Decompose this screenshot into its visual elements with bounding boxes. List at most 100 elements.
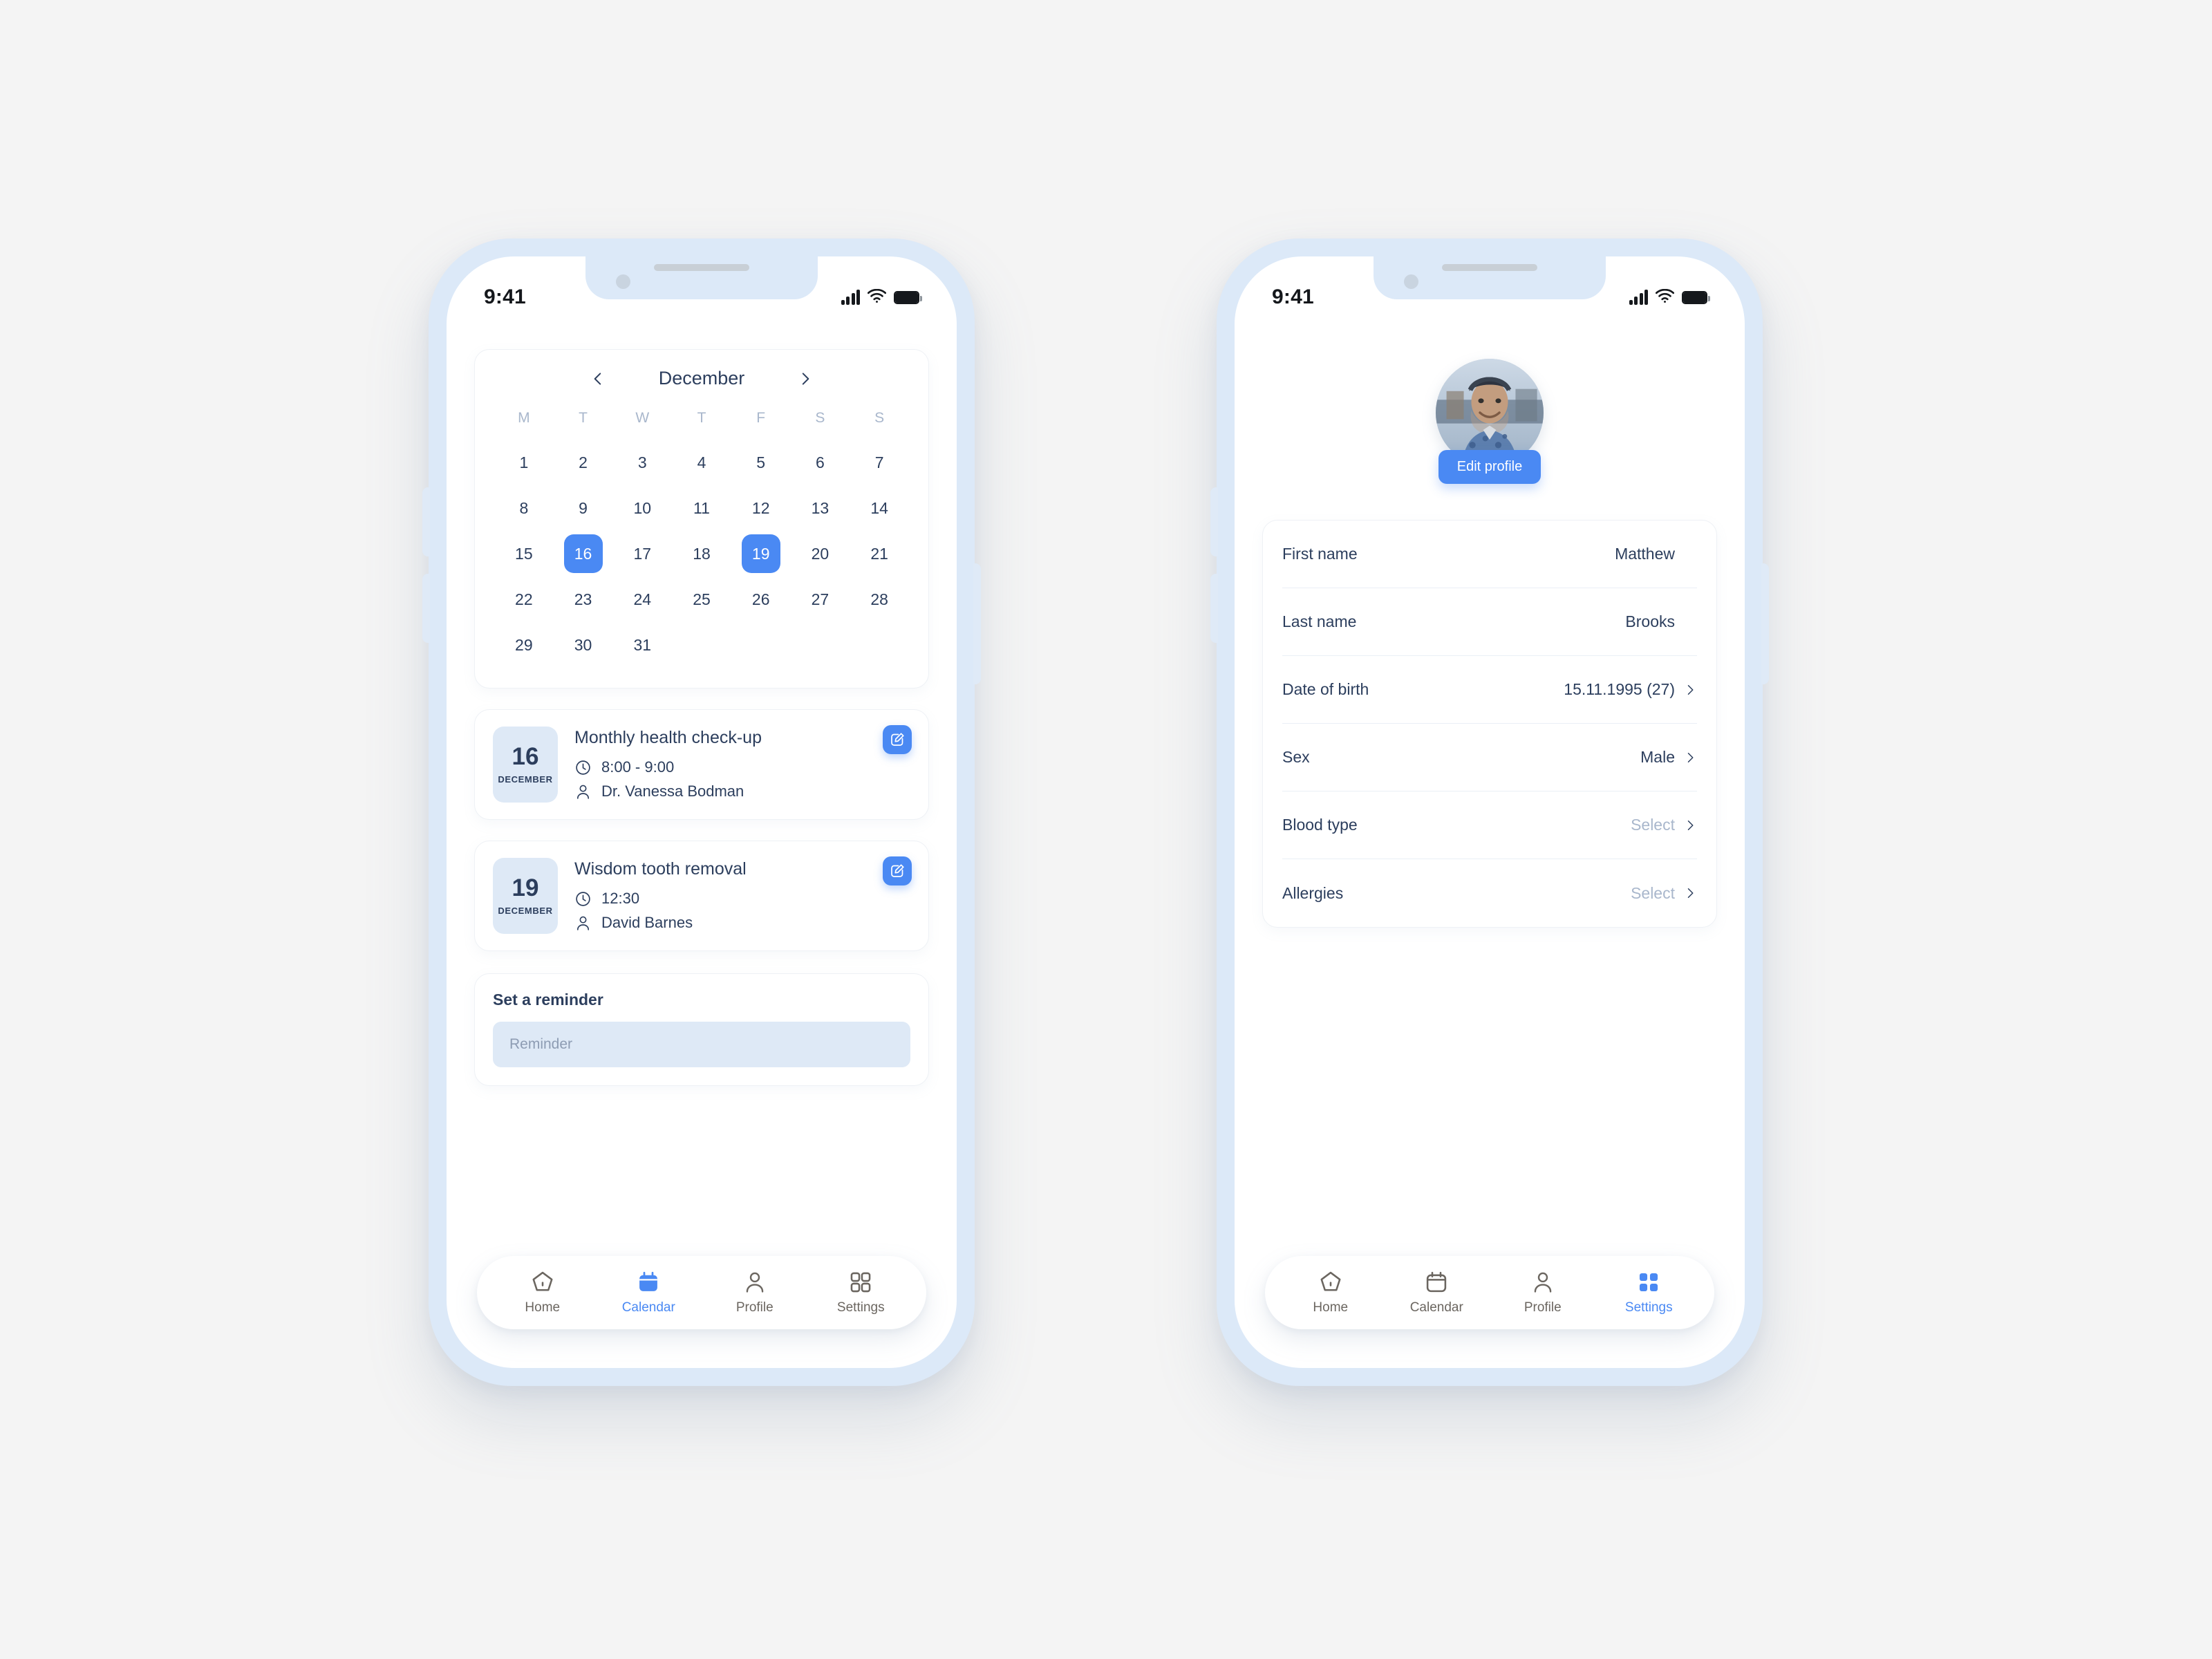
- tab-calendar[interactable]: Calendar: [596, 1270, 702, 1315]
- cellular-signal-icon: [841, 290, 860, 305]
- calendar-day-18[interactable]: 18: [682, 534, 721, 573]
- profile-header: Edit profile: [1262, 323, 1717, 484]
- tab-profile[interactable]: Profile: [702, 1270, 808, 1315]
- home-icon: [530, 1270, 555, 1295]
- calendar-day-20[interactable]: 20: [800, 534, 839, 573]
- reminder-input[interactable]: [493, 1022, 910, 1067]
- edit-pencil-icon[interactable]: [883, 856, 912, 885]
- person-icon: [1530, 1270, 1555, 1295]
- appointment-card[interactable]: 16 DECEMBER Monthly health check-up 8:00 - …: [474, 709, 929, 820]
- calendar-day-4[interactable]: 4: [682, 443, 721, 482]
- chevron-right-icon[interactable]: [1683, 818, 1697, 832]
- calendar-day-6[interactable]: 6: [800, 443, 839, 482]
- volume-down-button[interactable]: [422, 574, 430, 643]
- calendar-weekday-4: F: [756, 410, 766, 426]
- calendar-day-31[interactable]: 31: [623, 626, 662, 664]
- calendar-day-16[interactable]: 16: [563, 534, 603, 573]
- volume-up-button[interactable]: [422, 487, 430, 556]
- chevron-right-icon[interactable]: [1683, 683, 1697, 697]
- appointment-day: 19: [512, 874, 539, 901]
- calendar-day-26[interactable]: 26: [742, 580, 780, 619]
- tab-label: Calendar: [621, 1300, 675, 1315]
- tab-label: Settings: [1624, 1300, 1673, 1315]
- calendar-day-23[interactable]: 23: [564, 580, 603, 619]
- tab-label: Home: [525, 1300, 561, 1315]
- calendar-day-17[interactable]: 17: [623, 534, 662, 573]
- tab-home[interactable]: Home: [1277, 1270, 1384, 1315]
- calendar-day-13[interactable]: 13: [800, 489, 839, 527]
- profile-field-row[interactable]: Sex Male: [1282, 724, 1697, 791]
- profile-field-row[interactable]: Blood type Select: [1282, 791, 1697, 859]
- appointment-time: 8:00 - 9:00: [601, 758, 675, 776]
- reminder-card: Set a reminder: [474, 973, 929, 1086]
- edit-pencil-icon[interactable]: [883, 725, 912, 754]
- profile-field-value-group: Matthew: [1615, 545, 1697, 563]
- calendar-day-22[interactable]: 22: [505, 580, 543, 619]
- wifi-icon: [867, 288, 887, 306]
- calendar-day-19[interactable]: 19: [741, 534, 780, 573]
- screenshot-canvas: 9:41 December M T W T F S S 1 2 3 4 5 6 …: [0, 0, 2212, 1659]
- calendar-day-3[interactable]: 3: [623, 443, 662, 482]
- volume-down-button[interactable]: [1210, 574, 1218, 643]
- chevron-right-icon[interactable]: [796, 370, 814, 388]
- calendar-day-15[interactable]: 15: [505, 534, 543, 573]
- status-bar: 9:41: [1235, 256, 1745, 323]
- tab-home[interactable]: Home: [489, 1270, 596, 1315]
- profile-field-row[interactable]: Last name Brooks: [1282, 588, 1697, 656]
- calendar-day-30[interactable]: 30: [564, 626, 603, 664]
- bottom-tab-bar[interactable]: Home Calendar Profile Settings: [477, 1256, 926, 1329]
- calendar-day-2[interactable]: 2: [564, 443, 603, 482]
- calendar-day-29[interactable]: 29: [505, 626, 543, 664]
- calendar-day-8[interactable]: 8: [505, 489, 543, 527]
- phone-screen-calendar: 9:41 December M T W T F S S 1 2 3 4 5 6 …: [447, 256, 957, 1368]
- calendar-day-14[interactable]: 14: [860, 489, 899, 527]
- calendar-grid[interactable]: M T W T F S S 1 2 3 4 5 6 7 8 9 10 11 12 13 14 15 16 17 18 19 20 21…: [494, 410, 909, 664]
- home-icon: [1318, 1270, 1343, 1295]
- chevron-right-icon[interactable]: [1683, 751, 1697, 765]
- bottom-tab-bar[interactable]: Home Calendar Profile Settings: [1265, 1256, 1714, 1329]
- profile-field-row[interactable]: Date of birth 15.11.1995 (27): [1282, 656, 1697, 724]
- edit-profile-button[interactable]: Edit profile: [1438, 450, 1541, 484]
- grid-squares-icon: [1636, 1270, 1661, 1295]
- tab-label: Settings: [836, 1300, 885, 1315]
- profile-field-value: Male: [1640, 748, 1675, 766]
- phone-mockup-calendar: 9:41 December M T W T F S S 1 2 3 4 5 6 …: [422, 238, 981, 1386]
- appointment-card[interactable]: 19 DECEMBER Wisdom tooth removal 12:30 David…: [474, 841, 929, 951]
- calendar-day-27[interactable]: 27: [800, 580, 839, 619]
- clock-icon: [574, 890, 592, 908]
- profile-field-row[interactable]: First name Matthew: [1282, 521, 1697, 588]
- profile-field-value-group: Brooks: [1625, 612, 1697, 631]
- calendar-day-10[interactable]: 10: [623, 489, 662, 527]
- calendar-day-5[interactable]: 5: [742, 443, 780, 482]
- calendar-day-28[interactable]: 28: [860, 580, 899, 619]
- phone-screen-profile: 9:41 Edit profile First name Matthew Las…: [1235, 256, 1745, 1368]
- power-button[interactable]: [1761, 563, 1769, 684]
- chevron-right-icon[interactable]: [1683, 886, 1697, 900]
- appointment-person-row: David Barnes: [574, 914, 910, 932]
- tab-settings[interactable]: Settings: [1596, 1270, 1703, 1315]
- calendar-day-25[interactable]: 25: [682, 580, 721, 619]
- calendar-screen-content: December M T W T F S S 1 2 3 4 5 6 7 8 9 10 11 12 13 14 15 16 1…: [447, 323, 957, 1368]
- profile-field-value: Brooks: [1625, 612, 1675, 630]
- profile-field-row[interactable]: Allergies Select: [1282, 859, 1697, 927]
- calendar-card: December M T W T F S S 1 2 3 4 5 6 7 8 9 10 11 12 13 14 15 16 1…: [474, 349, 929, 688]
- tab-settings[interactable]: Settings: [808, 1270, 915, 1315]
- chevron-left-icon[interactable]: [589, 370, 607, 388]
- calendar-day-11[interactable]: 11: [682, 489, 721, 527]
- calendar-day-7[interactable]: 7: [860, 443, 899, 482]
- volume-up-button[interactable]: [1210, 487, 1218, 556]
- appointment-details: Monthly health check-up 8:00 - 9:00 Dr. Va…: [574, 727, 910, 800]
- profile-field-value: 15.11.1995 (27): [1564, 680, 1675, 698]
- tab-calendar[interactable]: Calendar: [1384, 1270, 1490, 1315]
- calendar-day-1[interactable]: 1: [505, 443, 543, 482]
- appointment-date-badge: 16 DECEMBER: [493, 727, 558, 803]
- appointment-time-row: 8:00 - 9:00: [574, 758, 910, 776]
- profile-field-label: Last name: [1282, 612, 1357, 630]
- calendar-day-12[interactable]: 12: [742, 489, 780, 527]
- power-button[interactable]: [973, 563, 981, 684]
- tab-profile[interactable]: Profile: [1490, 1270, 1596, 1315]
- calendar-day-9[interactable]: 9: [564, 489, 603, 527]
- grid-squares-icon: [848, 1270, 873, 1295]
- calendar-day-21[interactable]: 21: [860, 534, 899, 573]
- calendar-day-24[interactable]: 24: [623, 580, 662, 619]
